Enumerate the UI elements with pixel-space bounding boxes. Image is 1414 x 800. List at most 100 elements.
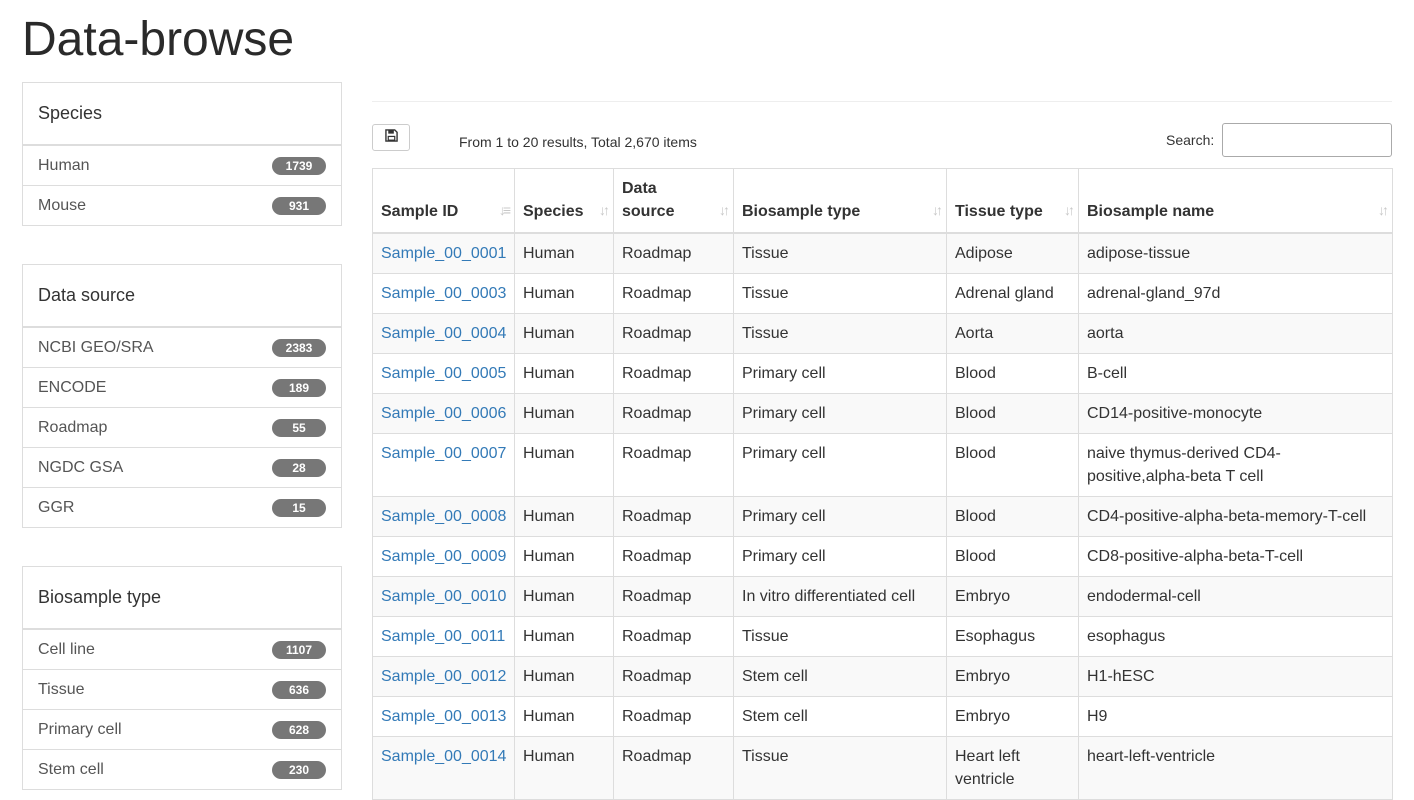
table-row: Sample_00_0006 Human Roadmap Primary cell Bl… <box>372 393 1393 434</box>
table-cell: Human <box>514 433 614 497</box>
filter-label: Cell line <box>38 640 95 658</box>
table-cell: heart-left-ventricle <box>1078 736 1393 800</box>
table-row: Sample_00_0014 Human Roadmap Tissue Heart le… <box>372 736 1393 800</box>
sample-id-link[interactable]: Sample_00_0011 <box>381 628 505 645</box>
results-info: From 1 to 20 results, Total 2,670 items <box>459 134 697 150</box>
table-cell: Roadmap <box>613 393 734 434</box>
table-cell: Roadmap <box>613 496 734 537</box>
sample-id-link[interactable]: Sample_00_0013 <box>381 708 506 725</box>
sample-id-link[interactable]: Sample_00_0005 <box>381 365 506 382</box>
filter-source-roadmap[interactable]: Roadmap 55 <box>23 407 341 447</box>
table-cell: H1-hESC <box>1078 656 1393 697</box>
table-row: Sample_00_0013 Human Roadmap Stem cell Embry… <box>372 696 1393 737</box>
table-cell: CD4-positive-alpha-beta-memory-T-cell <box>1078 496 1393 537</box>
search-input[interactable] <box>1222 123 1392 157</box>
count-badge: 1739 <box>272 156 326 175</box>
column-header-species[interactable]: Species ↓↑ <box>514 168 614 234</box>
count-badge: 2383 <box>272 338 326 357</box>
count-badge: 230 <box>272 760 326 779</box>
filter-label: GGR <box>38 498 75 516</box>
sample-id-link[interactable]: Sample_00_0007 <box>381 445 506 462</box>
sample-id-link[interactable]: Sample_00_0008 <box>381 508 506 525</box>
filter-label: Stem cell <box>38 760 104 778</box>
table-cell: Roadmap <box>613 576 734 617</box>
table-cell: Primary cell <box>733 393 947 434</box>
filter-source-ngdc[interactable]: NGDC GSA 28 <box>23 447 341 487</box>
count-badge: 28 <box>272 458 326 477</box>
table-cell: Tissue <box>733 736 947 800</box>
biosample-type-panel-title: Biosample type <box>23 567 341 629</box>
sample-id-link[interactable]: Sample_00_0012 <box>381 668 506 685</box>
filter-source-encode[interactable]: ENCODE 189 <box>23 367 341 407</box>
column-header-biosample-type[interactable]: Biosample type ↓↑ <box>733 168 947 234</box>
table-cell: Aorta <box>946 313 1079 354</box>
table-cell: Sample_00_0011 <box>372 616 515 657</box>
count-badge: 15 <box>272 498 326 517</box>
sort-icon: ↓↑ <box>932 202 943 218</box>
table-cell: Sample_00_0005 <box>372 353 515 394</box>
table-row: Sample_00_0009 Human Roadmap Primary cell Bl… <box>372 536 1393 577</box>
count-badge: 628 <box>272 720 326 739</box>
sample-id-link[interactable]: Sample_00_0004 <box>381 325 506 342</box>
table-cell: Embryo <box>946 656 1079 697</box>
table-cell: Roadmap <box>613 696 734 737</box>
table-cell: Human <box>514 232 614 274</box>
filter-biosample-tissue[interactable]: Tissue 636 <box>23 669 341 709</box>
table-cell: Primary cell <box>733 496 947 537</box>
table-cell: CD8-positive-alpha-beta-T-cell <box>1078 536 1393 577</box>
table-cell: Human <box>514 273 614 314</box>
sample-id-link[interactable]: Sample_00_0001 <box>381 245 506 262</box>
sort-icon: ↓↑ <box>1378 202 1389 218</box>
column-header-tissue-type[interactable]: Tissue type ↓↑ <box>946 168 1079 234</box>
filter-biosample-primary-cell[interactable]: Primary cell 628 <box>23 709 341 749</box>
table-cell: Tissue <box>733 273 947 314</box>
species-panel-title: Species <box>23 83 341 145</box>
sample-id-link[interactable]: Sample_00_0006 <box>381 405 506 422</box>
table-cell: Roadmap <box>613 736 734 800</box>
table-row: Sample_00_0012 Human Roadmap Stem cell Embry… <box>372 656 1393 697</box>
table-cell: Tissue <box>733 616 947 657</box>
sample-id-link[interactable]: Sample_00_0014 <box>381 748 506 765</box>
table-cell: Sample_00_0013 <box>372 696 515 737</box>
column-header-sample-id[interactable]: Sample ID ↓≡ <box>372 168 515 234</box>
table-cell: Sample_00_0014 <box>372 736 515 800</box>
filter-biosample-stem-cell[interactable]: Stem cell 230 <box>23 749 341 789</box>
table-cell: Blood <box>946 496 1079 537</box>
table-cell: Embryo <box>946 696 1079 737</box>
table-cell: Human <box>514 736 614 800</box>
save-button[interactable] <box>372 124 410 151</box>
filter-biosample-cell-line[interactable]: Cell line 1107 <box>23 629 341 669</box>
table-cell: Human <box>514 353 614 394</box>
table-row: Sample_00_0010 Human Roadmap In vitro diffe… <box>372 576 1393 617</box>
table-cell: Human <box>514 576 614 617</box>
table-row: Sample_00_0001 Human Roadmap Tissue Adipose a… <box>372 232 1393 274</box>
table-cell: Roadmap <box>613 353 734 394</box>
table-row: Sample_00_0007 Human Roadmap Primary cell Bl… <box>372 433 1393 497</box>
filter-label: Human <box>38 156 90 174</box>
count-badge: 55 <box>272 418 326 437</box>
data-source-panel: Data source NCBI GEO/SRA 2383 ENCODE 189… <box>22 264 342 528</box>
table-cell: Sample_00_0004 <box>372 313 515 354</box>
search-label: Search: <box>1166 132 1215 148</box>
sample-id-link[interactable]: Sample_00_0009 <box>381 548 506 565</box>
filter-species-mouse[interactable]: Mouse 931 <box>23 185 341 225</box>
filter-species-human[interactable]: Human 1739 <box>23 145 341 185</box>
column-header-data-source[interactable]: Data source ↓↑ <box>613 168 734 234</box>
sort-icon: ↓↑ <box>599 202 610 218</box>
data-source-panel-title: Data source <box>23 265 341 327</box>
filter-source-ggr[interactable]: GGR 15 <box>23 487 341 527</box>
table-cell: Roadmap <box>613 656 734 697</box>
table-cell: Primary cell <box>733 353 947 394</box>
sample-id-link[interactable]: Sample_00_0010 <box>381 588 506 605</box>
table-cell: B-cell <box>1078 353 1393 394</box>
column-header-biosample-name[interactable]: Biosample name ↓↑ <box>1078 168 1393 234</box>
table-cell: H9 <box>1078 696 1393 737</box>
table-cell: aorta <box>1078 313 1393 354</box>
table-cell: Sample_00_0003 <box>372 273 515 314</box>
table-cell: Adipose <box>946 232 1079 274</box>
table-cell: Sample_00_0008 <box>372 496 515 537</box>
biosample-type-panel: Biosample type Cell line 1107 Tissue 636… <box>22 566 342 790</box>
table-row: Sample_00_0003 Human Roadmap Tissue Adrenal … <box>372 273 1393 314</box>
sample-id-link[interactable]: Sample_00_0003 <box>381 285 506 302</box>
filter-source-ncbi[interactable]: NCBI GEO/SRA 2383 <box>23 327 341 367</box>
